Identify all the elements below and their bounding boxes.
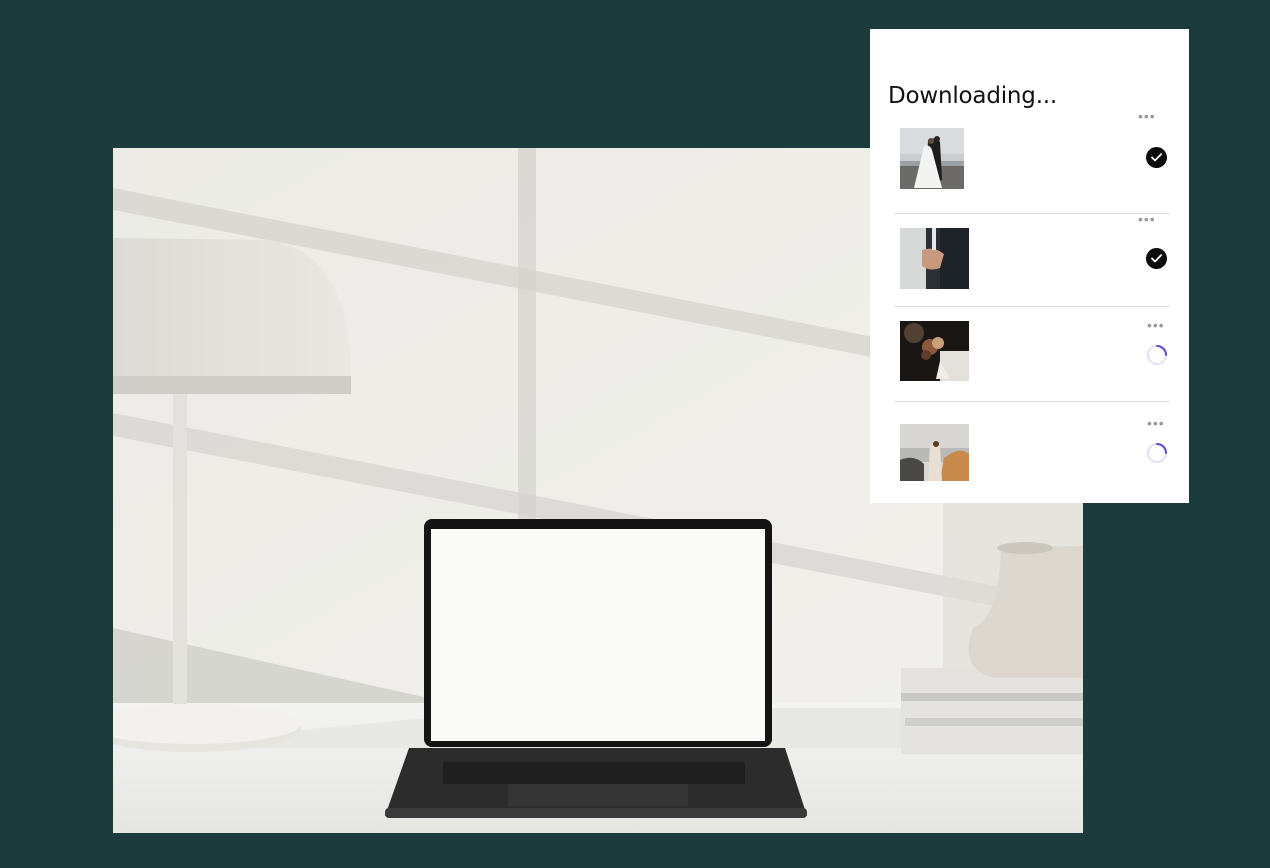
check-icon <box>1146 248 1168 270</box>
download-item-3[interactable]: ••• <box>894 306 1170 401</box>
more-dots-icon[interactable]: ••• <box>1147 318 1165 332</box>
more-dots-icon[interactable]: ••• <box>1147 416 1165 430</box>
more-dots-icon[interactable]: ••• <box>1138 212 1156 226</box>
download-panel: Downloading... ••• ••• ••• ••• <box>870 29 1189 503</box>
spinner-icon <box>1146 442 1168 464</box>
panel-title: Downloading... <box>888 83 1058 109</box>
couple-on-rocks-thumbnail <box>900 424 969 481</box>
download-item-1[interactable]: ••• <box>894 107 1170 212</box>
download-item-4[interactable]: ••• <box>894 401 1170 500</box>
check-icon <box>1146 147 1168 169</box>
bouquet-thumbnail <box>900 321 969 381</box>
download-item-2[interactable]: ••• <box>894 212 1170 306</box>
couple-on-beach-thumbnail <box>900 128 964 189</box>
holding-hands-thumbnail <box>900 228 969 289</box>
spinner-icon <box>1146 344 1168 366</box>
more-dots-icon[interactable]: ••• <box>1138 109 1156 123</box>
